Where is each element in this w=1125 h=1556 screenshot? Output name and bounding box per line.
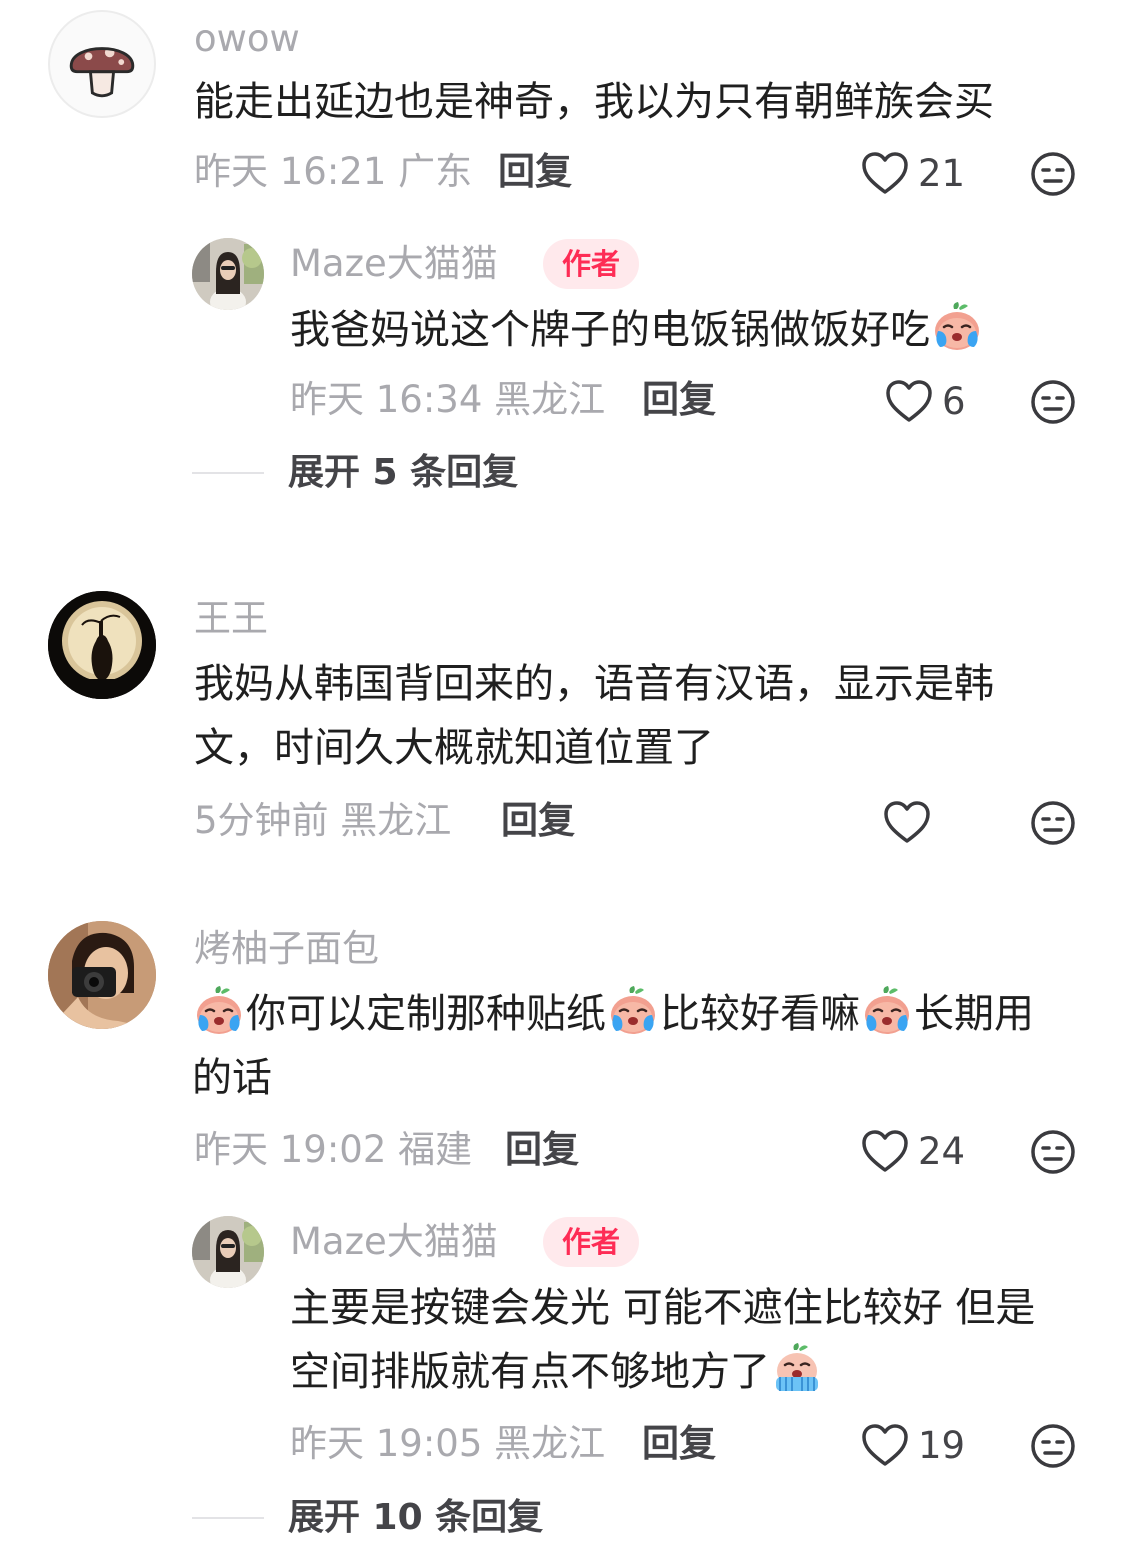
avatar[interactable] bbox=[48, 591, 156, 699]
heart-icon bbox=[886, 380, 932, 422]
comment-text: 能走出延边也是神奇，我以为只有朝鲜族会买 bbox=[194, 79, 994, 125]
crying-face-emoji bbox=[192, 983, 246, 1037]
like-count: 21 bbox=[918, 151, 966, 195]
dislike-button[interactable] bbox=[1029, 799, 1077, 847]
username[interactable]: Maze大猫猫 bbox=[290, 1223, 498, 1260]
dislike-button[interactable] bbox=[1029, 1422, 1077, 1470]
heart-icon bbox=[884, 801, 930, 843]
camera-selfie-photo bbox=[48, 921, 156, 1029]
expand-divider bbox=[192, 472, 264, 474]
meh-face-icon bbox=[1031, 380, 1075, 424]
comment-meta: 昨天 19:02 福建 bbox=[194, 1128, 473, 1171]
crying-face-emoji bbox=[860, 983, 914, 1037]
reply-text: 我爸妈说这个牌子的电饭锅做饭好吃 bbox=[290, 298, 1050, 362]
expand-replies-label: 展开 5 条回复 bbox=[288, 452, 519, 493]
dislike-button[interactable] bbox=[1029, 378, 1077, 426]
meh-face-icon bbox=[1031, 1424, 1075, 1468]
meh-face-icon bbox=[1031, 1130, 1075, 1174]
comment-meta: 5分钟前 黑龙江 bbox=[194, 799, 452, 842]
username[interactable]: owow bbox=[194, 20, 300, 57]
heart-icon bbox=[862, 1424, 908, 1466]
reply-button[interactable]: 回复 bbox=[505, 1131, 579, 1168]
meh-face-icon bbox=[1031, 152, 1075, 196]
like-button[interactable]: 19 bbox=[860, 1420, 965, 1470]
expand-divider bbox=[192, 1517, 264, 1519]
like-button[interactable]: 6 bbox=[884, 376, 966, 426]
like-count: 19 bbox=[918, 1423, 966, 1467]
comment-text: 你可以定制那种贴纸 比较好看嘛 长期用的话 bbox=[192, 982, 1062, 1110]
author-badge: 作者 bbox=[543, 239, 640, 289]
username[interactable]: 王王 bbox=[194, 600, 268, 637]
dislike-button[interactable] bbox=[1029, 150, 1077, 198]
reply-meta: 昨天 16:34 黑龙江 bbox=[290, 378, 606, 421]
like-button[interactable] bbox=[882, 797, 932, 847]
comment-text: 我妈从韩国背回来的，语音有汉语，显示是韩文，时间久大概就知道位置了 bbox=[194, 661, 994, 771]
woman-photo bbox=[192, 1216, 264, 1288]
username[interactable]: Maze大猫猫 bbox=[290, 245, 498, 282]
crying-face-emoji bbox=[930, 299, 984, 353]
avatar[interactable] bbox=[48, 10, 156, 118]
dislike-button[interactable] bbox=[1029, 1128, 1077, 1176]
woman-photo bbox=[192, 238, 264, 310]
avatar[interactable] bbox=[192, 1216, 264, 1288]
heart-icon bbox=[862, 152, 908, 194]
avatar[interactable] bbox=[192, 238, 264, 310]
vase-photo bbox=[48, 591, 156, 699]
reply-button[interactable]: 回复 bbox=[501, 802, 575, 839]
avatar[interactable] bbox=[48, 921, 156, 1029]
reply-button[interactable]: 回复 bbox=[642, 1425, 716, 1462]
heart-icon bbox=[862, 1130, 908, 1172]
mushroom-icon bbox=[69, 47, 135, 98]
comment-meta: 昨天 16:21 广东 bbox=[194, 150, 473, 193]
author-badge: 作者 bbox=[543, 1217, 640, 1267]
reply-meta: 昨天 19:05 黑龙江 bbox=[290, 1422, 606, 1465]
reply-button[interactable]: 回复 bbox=[642, 381, 716, 418]
reply-button[interactable]: 回复 bbox=[498, 153, 572, 190]
like-count: 24 bbox=[918, 1129, 966, 1173]
expand-replies-button[interactable]: 展开 10 条回复 bbox=[192, 1500, 543, 1536]
sobbing-face-emoji bbox=[770, 1341, 824, 1395]
meh-face-icon bbox=[1031, 801, 1075, 845]
like-count: 6 bbox=[942, 379, 966, 423]
like-button[interactable]: 24 bbox=[860, 1126, 965, 1176]
reply-text-body: 我爸妈说这个牌子的电饭锅做饭好吃 bbox=[290, 307, 930, 353]
username[interactable]: 烤柚子面包 bbox=[194, 930, 379, 967]
like-button[interactable]: 21 bbox=[860, 148, 965, 198]
expand-replies-label: 展开 10 条回复 bbox=[288, 1497, 544, 1538]
reply-text-body: 主要是按键会发光 可能不遮住比较好 但是空间排版就有点不够地方了 bbox=[290, 1285, 1036, 1395]
comment-text-part: 比较好看嘛 bbox=[660, 991, 860, 1037]
reply-text: 主要是按键会发光 可能不遮住比较好 但是空间排版就有点不够地方了 bbox=[290, 1276, 1050, 1404]
crying-face-emoji bbox=[606, 983, 660, 1037]
expand-replies-button[interactable]: 展开 5 条回复 bbox=[192, 455, 518, 491]
comment-text-part: 你可以定制那种贴纸 bbox=[246, 991, 606, 1037]
